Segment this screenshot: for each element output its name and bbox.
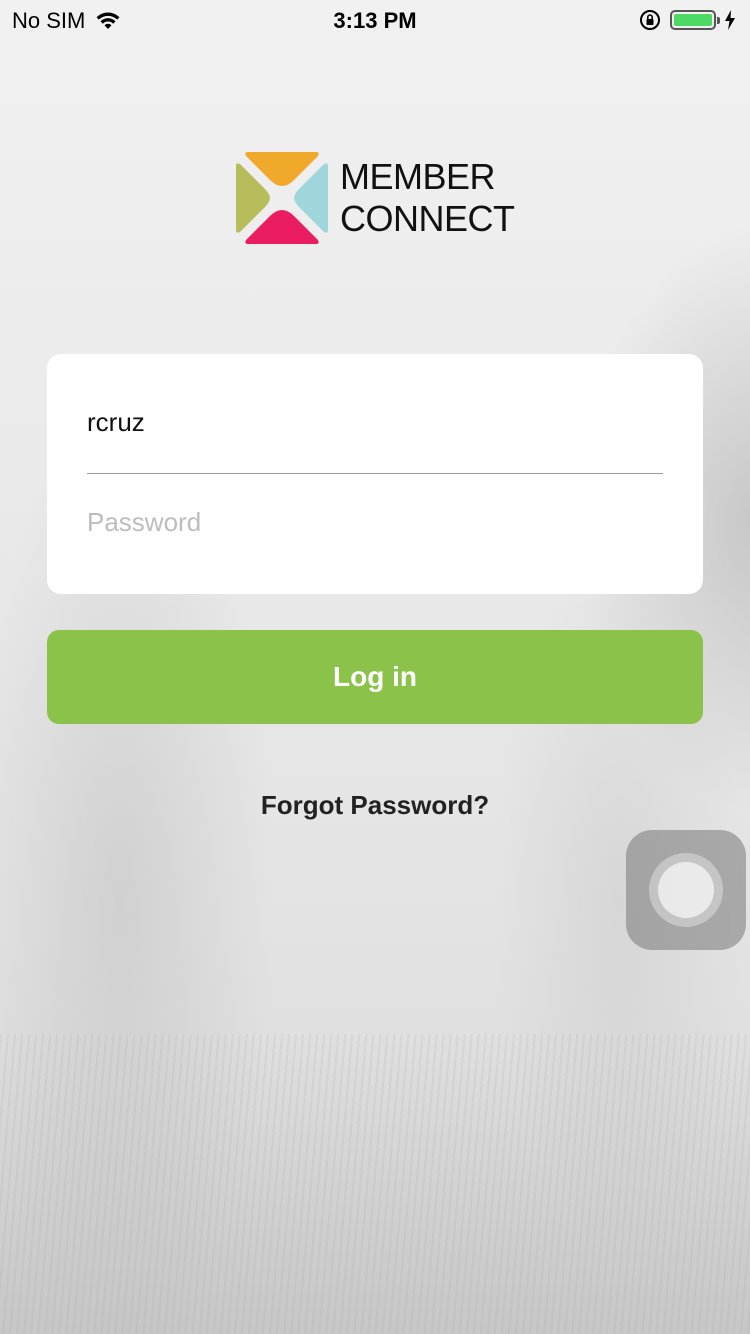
charging-icon bbox=[725, 10, 735, 30]
login-button[interactable]: Log in bbox=[47, 630, 703, 724]
app-logo: MEMBER CONNECT bbox=[236, 152, 515, 244]
field-divider bbox=[87, 473, 663, 474]
assistive-touch-button[interactable] bbox=[626, 830, 746, 950]
battery-icon bbox=[670, 10, 720, 30]
forgot-password-link[interactable]: Forgot Password? bbox=[0, 790, 750, 821]
assistive-touch-icon bbox=[649, 853, 723, 927]
orientation-lock-icon bbox=[640, 10, 660, 30]
status-bar: No SIM 3:13 PM bbox=[0, 0, 750, 40]
username-input[interactable] bbox=[87, 392, 663, 452]
login-card bbox=[47, 354, 703, 594]
status-right bbox=[638, 8, 736, 32]
background-grass bbox=[0, 1034, 750, 1334]
password-input[interactable] bbox=[87, 492, 663, 552]
member-connect-logo-mark bbox=[236, 152, 328, 244]
logo-text: MEMBER CONNECT bbox=[340, 156, 515, 240]
logo-text-line2: CONNECT bbox=[340, 198, 515, 239]
logo-text-line1: MEMBER bbox=[340, 156, 496, 197]
